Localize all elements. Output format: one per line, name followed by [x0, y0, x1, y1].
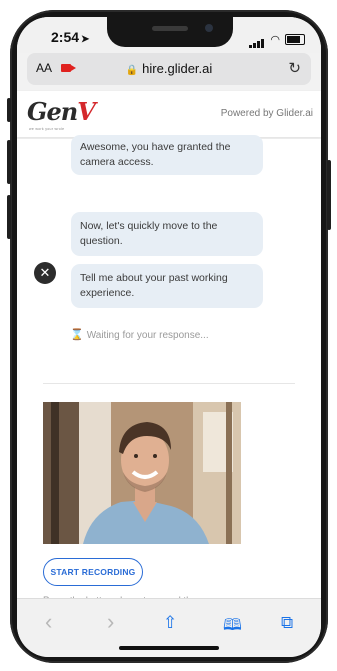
waiting-text: Waiting for your response...: [86, 330, 209, 341]
front-camera: [205, 24, 213, 32]
clock-time: 2:54: [51, 29, 80, 45]
chat-message: Awesome, you have granted the camera acc…: [71, 135, 263, 175]
silent-switch: [7, 98, 11, 122]
browser-toolbar: ‹ › ⇧ 🕮 ⧉: [17, 598, 321, 657]
power-button: [327, 160, 331, 230]
hourglass-icon: ⌛: [70, 329, 84, 341]
phone-screen: 2:54 ➤ ◠ AA 🔒 hire.glider.ai ↻ GenV we wor…: [17, 17, 321, 657]
volume-down-button: [7, 195, 11, 239]
url-display[interactable]: 🔒 hire.glider.ai: [27, 61, 311, 76]
chat-message: Tell me about your past working experien…: [71, 264, 263, 308]
reload-icon[interactable]: ↻: [288, 59, 301, 77]
address-bar[interactable]: AA 🔒 hire.glider.ai ↻: [27, 53, 311, 85]
camera-preview: [43, 402, 241, 544]
home-indicator: [119, 646, 219, 650]
forward-icon[interactable]: ›: [107, 609, 114, 635]
notch: [107, 17, 233, 47]
divider: [43, 383, 295, 384]
site-header: GenV we work your wrole Powered by Glide…: [17, 91, 321, 137]
status-icons: ◠: [249, 30, 305, 48]
url-text: hire.glider.ai: [142, 61, 213, 76]
wifi-icon: ◠: [270, 33, 280, 46]
company-logo: GenV: [27, 97, 96, 126]
logo-accent: V: [77, 97, 96, 126]
back-icon[interactable]: ‹: [45, 609, 52, 635]
share-icon[interactable]: ⇧: [163, 613, 177, 633]
clock: 2:54 ➤: [51, 29, 89, 45]
camera-preview-image: [43, 402, 241, 544]
chat-message: Now, let's quickly move to the question.: [71, 212, 263, 256]
logo-text: Gen: [27, 97, 78, 126]
speaker-grille: [152, 26, 188, 31]
signal-icon: [249, 30, 265, 48]
powered-by-label: Powered by Glider.ai: [220, 108, 313, 119]
battery-icon: [285, 33, 305, 45]
chat-area[interactable]: Awesome, you have granted the camera acc…: [17, 135, 321, 606]
waiting-status: ⌛ Waiting for your response...: [70, 328, 209, 341]
lock-icon: 🔒: [125, 65, 139, 76]
logo-tagline: we work your wrole: [29, 127, 65, 131]
volume-up-button: [7, 140, 11, 184]
start-recording-button[interactable]: START RECORDING: [43, 558, 143, 586]
location-arrow-icon: ➤: [81, 34, 90, 45]
chat-bot-avatar-icon: ✕: [34, 262, 56, 284]
tabs-icon[interactable]: ⧉: [281, 613, 293, 633]
bookmarks-icon[interactable]: 🕮: [223, 614, 242, 641]
